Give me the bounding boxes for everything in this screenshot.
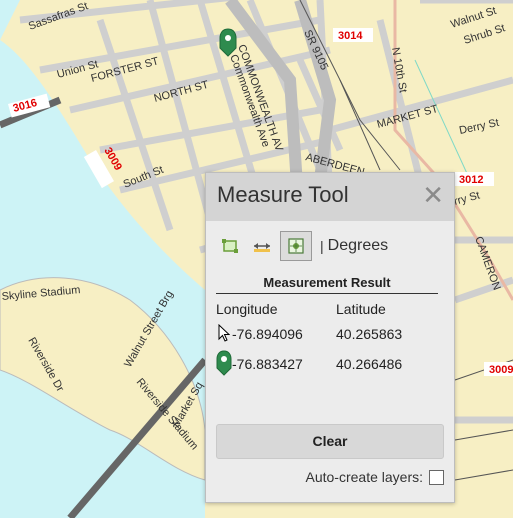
longitude-value: -76.883427 — [232, 356, 303, 372]
distance-tool-icon[interactable] — [248, 232, 276, 260]
toolbar-separator: | — [320, 238, 324, 254]
panel-title: Measure Tool — [217, 182, 349, 207]
measure-toolbar: | Degrees — [216, 231, 388, 261]
route-shield: 3014 — [333, 28, 373, 42]
auto-create-layers-row: Auto-create layers: — [305, 469, 444, 485]
latitude-value: 40.266486 — [336, 356, 403, 372]
auto-create-checkbox[interactable] — [429, 469, 444, 485]
svg-text:3009: 3009 — [489, 364, 513, 376]
latitude-value: 40.265863 — [336, 326, 403, 342]
svg-text:3012: 3012 — [459, 174, 483, 186]
location-tool-icon[interactable] — [280, 231, 312, 261]
longitude-header: Longitude — [216, 301, 278, 317]
route-shield: 3009 — [484, 362, 513, 376]
auto-create-label: Auto-create layers: — [305, 469, 424, 485]
longitude-value: -76.894096 — [232, 326, 303, 342]
svg-text:3014: 3014 — [338, 30, 363, 42]
units-selector[interactable]: Degrees — [328, 237, 388, 255]
marker-icon — [216, 350, 232, 379]
measure-tool-panel: Measure Tool ✕ | Degrees Measurement Res… — [205, 172, 455, 503]
latitude-header: Latitude — [336, 301, 386, 317]
close-icon[interactable]: ✕ — [422, 181, 444, 209]
route-shield: 3012 — [454, 172, 494, 186]
result-title: Measurement Result — [216, 275, 438, 294]
panel-header: Measure Tool ✕ — [206, 173, 454, 221]
area-tool-icon[interactable] — [216, 232, 244, 260]
clear-button[interactable]: Clear — [216, 424, 444, 459]
cursor-icon — [218, 323, 231, 345]
